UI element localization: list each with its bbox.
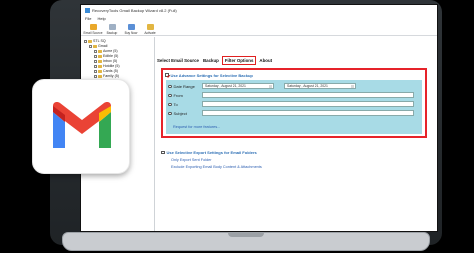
tree-checkbox[interactable] — [94, 60, 97, 63]
window-title: RecoveryTools Gmail Backup Wizard v8.2 (… — [92, 7, 177, 13]
tab-backup[interactable]: Backup — [201, 56, 221, 65]
toolbar: Email Source Backup Buy Now Activate — [81, 22, 437, 36]
gmail-logo-card — [32, 79, 130, 174]
key-icon — [146, 24, 154, 30]
request-features-link[interactable]: Request for more features... — [173, 125, 220, 129]
exclude-body-option[interactable]: Exclude Exporting Email Body Content & A… — [171, 165, 262, 169]
laptop-base — [62, 232, 430, 251]
tree-checkbox[interactable] — [84, 40, 87, 43]
calendar-dropdown-icon[interactable] — [269, 85, 272, 88]
date-range-row: Date Range — [168, 83, 201, 90]
filter-box: Date Range Saturday , August 21, 2021 Sa… — [166, 80, 422, 134]
menu-file[interactable]: File — [85, 16, 91, 21]
to-radio[interactable] — [168, 102, 172, 107]
folder-icon — [98, 55, 102, 58]
calendar-dropdown-icon[interactable] — [351, 85, 354, 88]
gmail-icon — [53, 102, 111, 148]
folder-icon — [98, 60, 102, 63]
subject-input[interactable] — [202, 110, 414, 116]
buy-now-button[interactable]: Buy Now — [123, 24, 139, 35]
app-window: RecoveryTools Gmail Backup Wizard v8.2 (… — [80, 4, 438, 232]
exclude-body-label: Exclude Exporting Email Body Content & A… — [171, 165, 262, 169]
to-input[interactable] — [202, 101, 414, 107]
folder-icon — [98, 65, 102, 68]
from-input[interactable] — [202, 92, 414, 98]
tree-checkbox[interactable] — [89, 45, 92, 48]
selective-export-checkbox[interactable] — [161, 150, 165, 155]
to-label: To — [173, 102, 178, 107]
selective-export-option[interactable]: Use Selective Export Settings for Email … — [161, 150, 257, 155]
advanced-settings-option[interactable]: Use Advance Settings for Selective Backu… — [165, 71, 423, 79]
tree-checkbox[interactable] — [94, 65, 97, 68]
folder-icon — [93, 45, 97, 48]
backup-icon — [108, 24, 116, 30]
subject-label: Subject — [173, 111, 187, 116]
folder-icon — [98, 70, 102, 73]
from-label: From — [173, 93, 183, 98]
activate-button[interactable]: Activate — [142, 24, 158, 35]
tree-checkbox[interactable] — [94, 70, 97, 73]
subject-row: Subject — [168, 110, 201, 117]
subject-radio[interactable] — [168, 111, 172, 116]
advanced-label: Use Advance Settings for Selective Backu… — [170, 72, 253, 78]
tab-about[interactable]: About — [257, 56, 274, 65]
tab-filter-options[interactable]: Filter Options — [221, 56, 257, 65]
laptop-notch — [228, 233, 264, 237]
from-radio[interactable] — [168, 93, 172, 98]
selective-export-label: Use Selective Export Settings for Email … — [166, 150, 257, 155]
folder-icon — [98, 50, 102, 53]
advanced-checkbox[interactable] — [165, 73, 169, 77]
folder-icon — [89, 24, 97, 30]
title-bar: RecoveryTools Gmail Backup Wizard v8.2 (… — [81, 5, 437, 15]
date-to-picker[interactable]: Saturday , August 21, 2021 — [284, 83, 356, 89]
date-range-radio[interactable] — [168, 84, 172, 89]
cart-icon — [127, 24, 135, 30]
date-from-picker[interactable]: Saturday , August 21, 2021 — [202, 83, 274, 89]
menu-help[interactable]: Help — [97, 16, 105, 21]
from-row: From — [168, 92, 201, 99]
menu-bar: File Help — [81, 15, 437, 22]
app-icon — [85, 7, 90, 13]
tab-email-source-label[interactable]: Select Email Source — [157, 58, 199, 63]
main-panel: Select Email Source Backup Filter Option… — [155, 37, 437, 231]
export-sent-label: Only Export Sent Folder — [171, 158, 212, 162]
filter-options-panel: Use Advance Settings for Selective Backu… — [161, 68, 427, 138]
tree-checkbox[interactable] — [94, 75, 97, 78]
tree-checkbox[interactable] — [94, 50, 97, 53]
folder-icon — [98, 75, 102, 78]
to-row: To — [168, 101, 201, 108]
folder-icon — [88, 40, 92, 43]
email-source-button[interactable]: Email Source — [84, 24, 102, 35]
date-range-label: Date Range — [173, 84, 195, 89]
tree-checkbox[interactable] — [94, 55, 97, 58]
tab-bar: Select Email Source Backup Filter Option… — [157, 56, 275, 65]
export-sent-option[interactable]: Only Export Sent Folder — [171, 158, 212, 162]
backup-button[interactable]: Backup — [104, 24, 120, 35]
